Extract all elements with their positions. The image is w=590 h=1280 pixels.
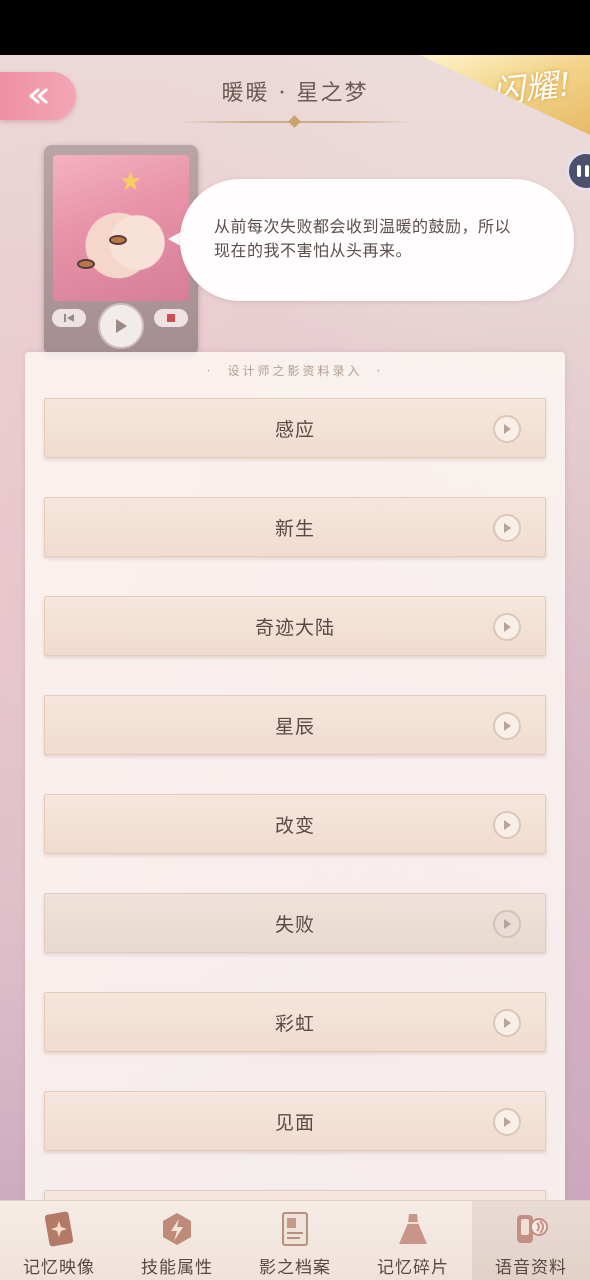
bottom-nav: 记忆映像 技能属性 影之档案 记忆碎片 语音资料 bbox=[0, 1200, 590, 1280]
tab-skill-attributes[interactable]: 技能属性 bbox=[118, 1201, 236, 1280]
memory-image-icon bbox=[39, 1209, 79, 1249]
title-diamond-ornament bbox=[288, 115, 301, 128]
voice-line-row[interactable]: 奇迹大陆 bbox=[44, 596, 546, 656]
play-circle-icon[interactable] bbox=[493, 613, 521, 641]
voice-icon bbox=[511, 1209, 551, 1249]
voice-line-row[interactable]: 失败 bbox=[44, 893, 546, 953]
play-icon bbox=[116, 319, 127, 333]
voice-line-label: 失败 bbox=[274, 913, 315, 936]
tab-label: 影之档案 bbox=[259, 1258, 331, 1278]
play-circle-icon[interactable] bbox=[493, 910, 521, 938]
tab-memory-image[interactable]: 记忆映像 bbox=[0, 1201, 118, 1280]
side-panel-toggle[interactable] bbox=[566, 151, 590, 191]
play-circle-icon[interactable] bbox=[493, 415, 521, 443]
play-circle-icon[interactable] bbox=[493, 712, 521, 740]
voice-line-label: 彩虹 bbox=[274, 1012, 315, 1035]
stop-button[interactable] bbox=[154, 309, 188, 327]
voice-line-row[interactable]: 彩虹 bbox=[44, 992, 546, 1052]
voice-line-row[interactable]: 感应 bbox=[44, 398, 546, 458]
tab-label: 记忆映像 bbox=[23, 1258, 95, 1278]
tab-voice-data[interactable]: 语音资料 bbox=[472, 1201, 590, 1280]
tab-label: 技能属性 bbox=[141, 1258, 213, 1278]
tab-memory-fragments[interactable]: 记忆碎片 bbox=[354, 1201, 472, 1280]
play-circle-icon[interactable] bbox=[493, 811, 521, 839]
voice-line-row[interactable]: 见面 bbox=[44, 1091, 546, 1151]
play-voice-button[interactable] bbox=[98, 303, 144, 349]
voice-line-row[interactable]: 新生 bbox=[44, 497, 546, 557]
voice-line-row[interactable]: 星辰 bbox=[44, 695, 546, 755]
skill-icon bbox=[157, 1209, 197, 1249]
play-circle-icon[interactable] bbox=[493, 1009, 521, 1037]
tab-label: 记忆碎片 bbox=[377, 1258, 449, 1278]
voice-line-label: 奇迹大陆 bbox=[254, 616, 335, 639]
panel-title: 设计师之影资料录入 bbox=[25, 362, 565, 379]
star-hairpin-icon: ★ bbox=[119, 167, 143, 197]
tab-label: 语音资料 bbox=[495, 1258, 567, 1278]
speech-bubble: 从前每次失败都会收到温暖的鼓励，所以 现在的我不害怕从头再来。 bbox=[180, 179, 574, 301]
voice-line-label: 感应 bbox=[274, 418, 315, 441]
skip-back-icon bbox=[64, 314, 74, 322]
stop-icon bbox=[167, 314, 175, 322]
voice-archive-screen: 暖暖 · 星之梦 闪耀! ★ 从前每次失败都会收到温暖的鼓励，所以 现在的我不害… bbox=[0, 55, 590, 1280]
voice-list-panel: 设计师之影资料录入 感应 新生 奇迹大陆 星辰 改变 失败 彩虹 bbox=[25, 352, 565, 1280]
status-bar bbox=[0, 0, 590, 55]
quote-line-1: 从前每次失败都会收到温暖的鼓励，所以 bbox=[214, 217, 512, 236]
voice-line-label: 见面 bbox=[274, 1111, 315, 1134]
quote-line-2: 现在的我不害怕从头再来。 bbox=[214, 241, 413, 260]
play-circle-icon[interactable] bbox=[493, 514, 521, 542]
previous-track-button[interactable] bbox=[52, 309, 86, 327]
voice-line-label: 星辰 bbox=[274, 715, 315, 738]
voice-line-row[interactable]: 改变 bbox=[44, 794, 546, 854]
voice-line-label: 改变 bbox=[274, 814, 315, 837]
archive-icon bbox=[275, 1209, 315, 1249]
dress-icon bbox=[393, 1209, 433, 1249]
voice-line-label: 新生 bbox=[274, 517, 315, 540]
play-circle-icon[interactable] bbox=[493, 1108, 521, 1136]
tab-shadow-archive[interactable]: 影之档案 bbox=[236, 1201, 354, 1280]
